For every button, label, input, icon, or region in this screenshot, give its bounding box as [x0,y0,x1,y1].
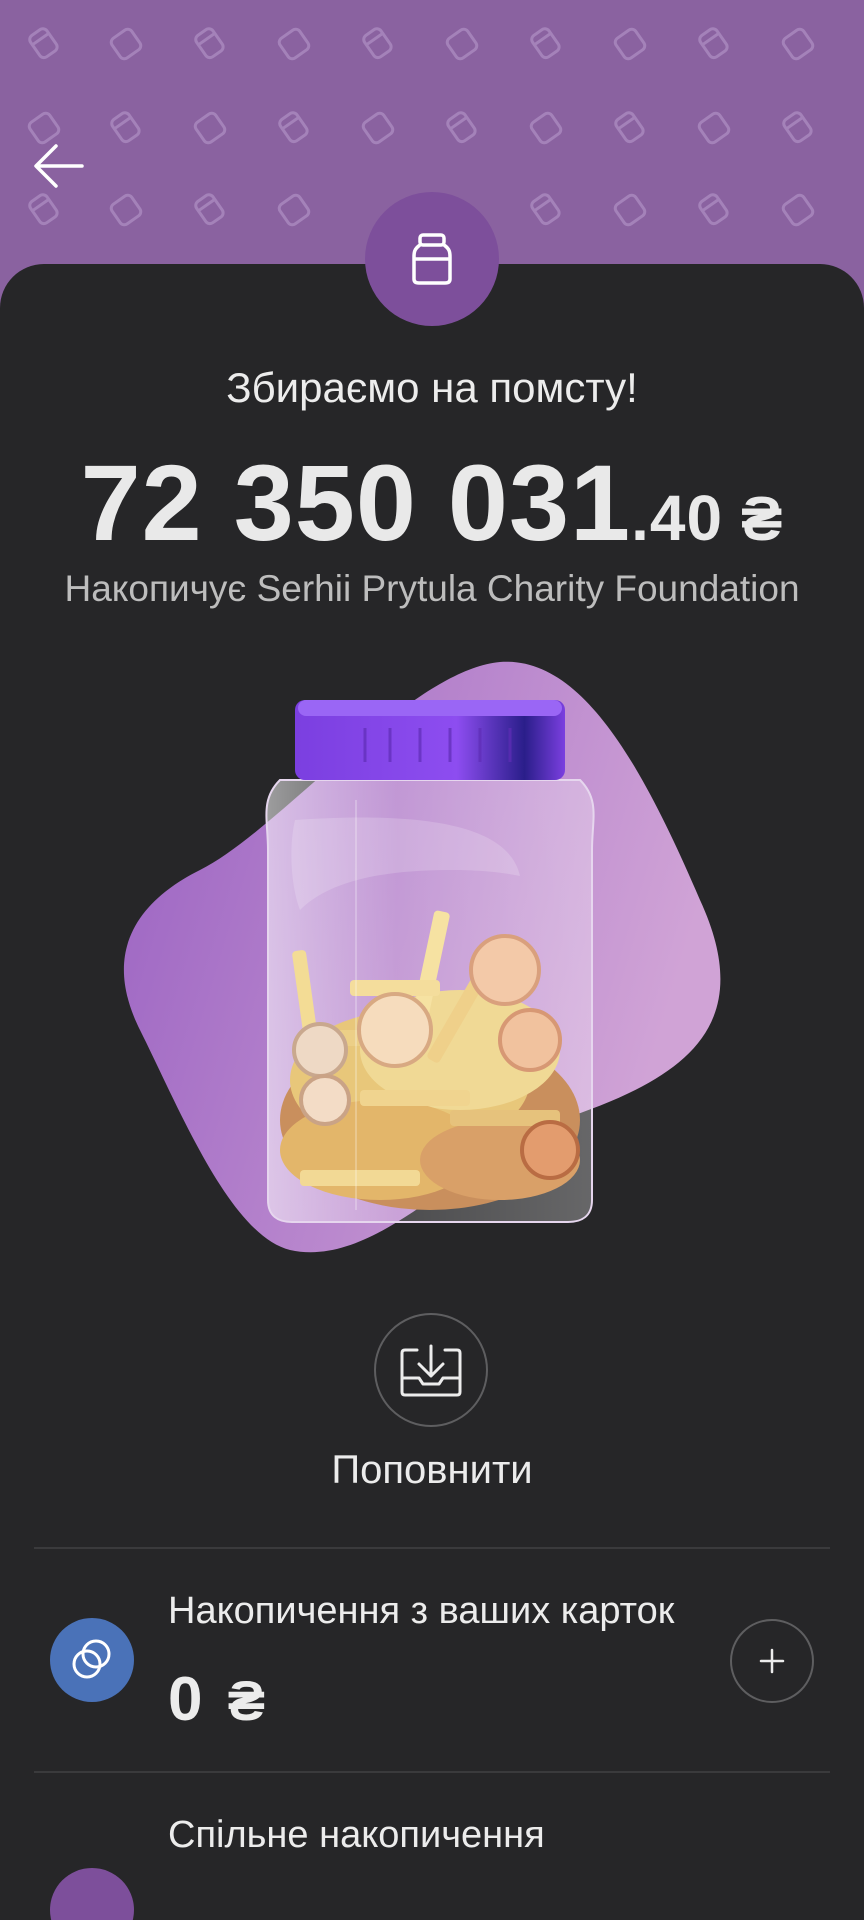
divider [34,1547,830,1549]
cards-icon [72,1639,111,1679]
savings-cards-amount: 0 ₴ [168,1664,265,1735]
savings-cards-title: Накопичення з ваших карток [168,1590,675,1632]
savings-shared-title: Спільне накопичення [168,1814,545,1856]
back-button[interactable] [30,136,90,196]
balance-main: 72 350 031 [80,442,632,563]
add-savings-button[interactable] [730,1619,814,1703]
back-arrow-icon [34,144,84,188]
jar-illustration [123,661,721,1253]
savings-cards-currency: ₴ [227,1669,266,1732]
jar-balance: 72 350 031.40 ₴ [0,440,864,565]
shared-icon-clip [0,1868,864,1920]
jar-owner: Накопичує Serhii Prytula Charity Foundat… [64,568,800,609]
jar-icon [412,233,452,285]
savings-cards-value: 0 [168,1665,203,1734]
topup-label: Поповнити [331,1448,533,1492]
jar-badge [365,192,499,326]
download-tray-icon [400,1344,462,1397]
topup-button[interactable] [374,1313,488,1427]
cards-icon-badge [50,1618,134,1702]
balance-decimal: .40 [631,482,724,554]
balance-currency: ₴ [741,485,784,554]
shared-savings-icon [50,1868,134,1920]
divider [34,1771,830,1773]
jar-title: Збираємо на помсту! [226,364,638,411]
plus-icon [759,1648,785,1674]
